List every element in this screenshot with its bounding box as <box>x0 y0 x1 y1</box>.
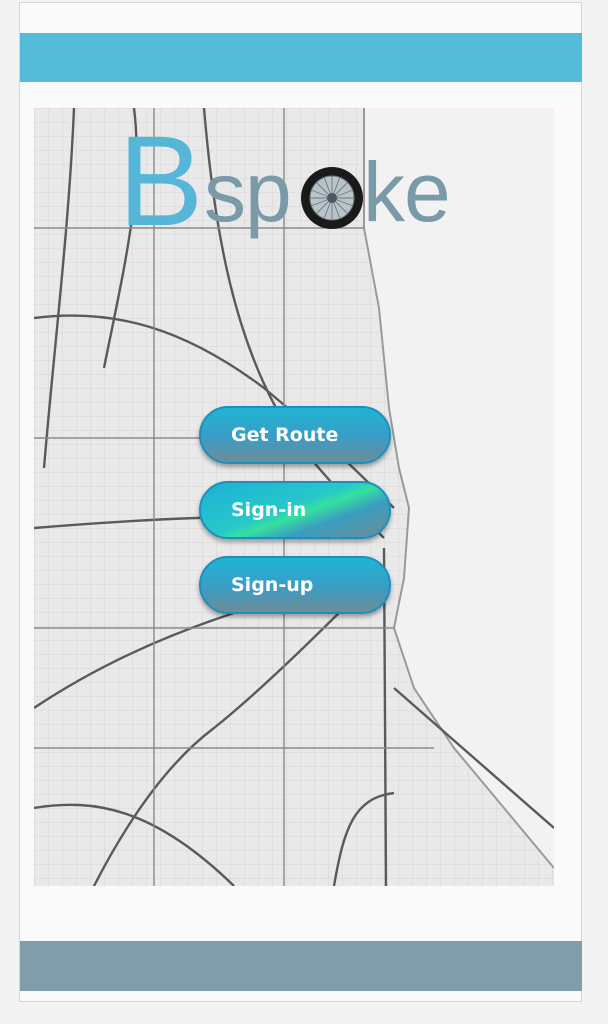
sign-in-button[interactable]: Sign-in <box>199 481 391 539</box>
get-route-button[interactable]: Get Route <box>199 406 391 464</box>
wheel-icon <box>301 167 363 229</box>
get-route-label: Get Route <box>231 424 339 446</box>
sign-in-label: Sign-in <box>231 499 307 521</box>
footer-bar <box>20 941 582 991</box>
sign-up-button[interactable]: Sign-up <box>199 556 391 614</box>
logo-text-ke: ke <box>363 145 451 239</box>
sign-up-label: Sign-up <box>231 574 314 596</box>
logo-text-sp: sp <box>204 145 292 239</box>
logo-letter-b: B <box>118 110 204 253</box>
header-bar <box>20 33 582 82</box>
bspoke-logo: B sp ke <box>118 118 478 258</box>
